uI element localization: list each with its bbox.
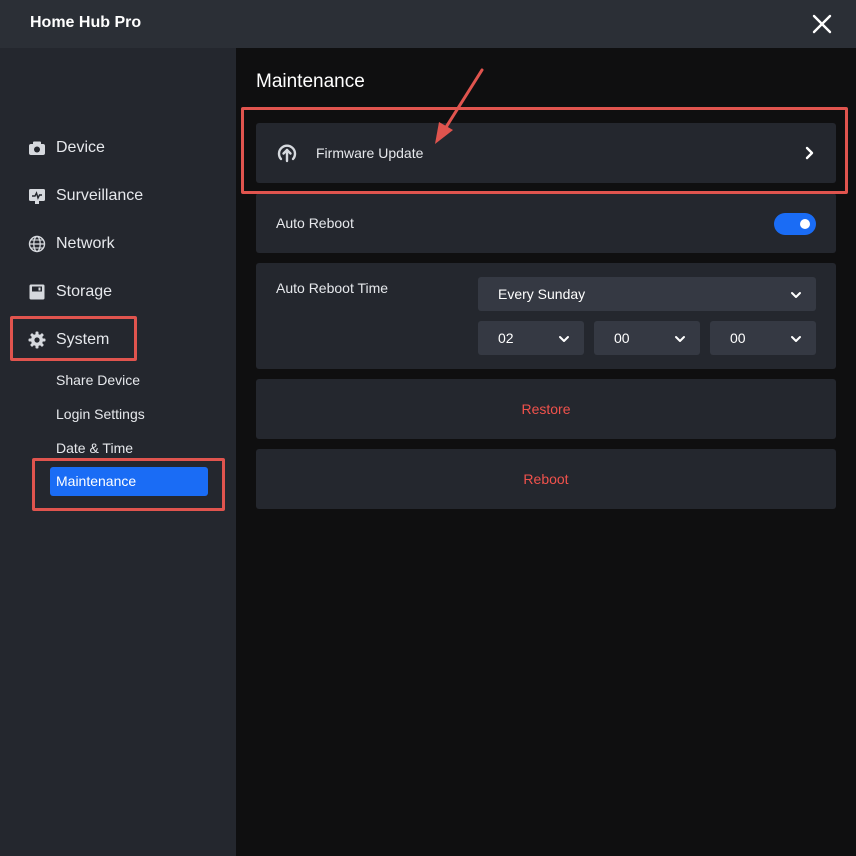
sidebar-subitem-login-settings[interactable]: Login Settings: [56, 406, 145, 422]
page-title: Maintenance: [256, 71, 365, 92]
sidebar-subitem-date-time[interactable]: Date & Time: [56, 440, 133, 456]
app-title: Home Hub Pro: [30, 14, 142, 31]
globe-icon: [28, 235, 46, 253]
auto-reboot-time-label: Auto Reboot Time: [276, 280, 389, 296]
chevron-down-icon: [790, 288, 802, 300]
upload-cloud-icon: [276, 142, 298, 169]
reboot-second-select[interactable]: 00: [710, 321, 816, 355]
close-icon: [812, 14, 832, 34]
sidebar-item-label: Surveillance: [56, 187, 144, 204]
reboot-day-value: Every Sunday: [498, 286, 586, 302]
sidebar-item-surveillance[interactable]: Surveillance: [28, 184, 143, 208]
reboot-label: Reboot: [523, 471, 569, 487]
monitor-icon: [28, 187, 46, 205]
restore-label: Restore: [521, 401, 571, 417]
auto-reboot-label: Auto Reboot: [276, 215, 354, 231]
reboot-day-select[interactable]: Every Sunday: [478, 277, 816, 311]
auto-reboot-toggle[interactable]: [774, 213, 816, 235]
auto-reboot-time-row: Auto Reboot Time Every Sunday 02 00 00: [256, 263, 836, 369]
reboot-minute-value: 00: [614, 330, 630, 346]
sidebar-item-system[interactable]: System: [28, 328, 109, 352]
title-bar: Home Hub Pro: [0, 0, 856, 48]
sidebar-subitem-maintenance[interactable]: Maintenance: [50, 467, 208, 496]
sidebar-item-label: Network: [56, 235, 115, 252]
toggle-knob: [800, 219, 810, 229]
sidebar-item-label: Storage: [56, 283, 113, 300]
firmware-update-row[interactable]: Firmware Update: [256, 123, 836, 183]
reboot-button[interactable]: Reboot: [256, 449, 836, 509]
storage-icon: [28, 283, 46, 301]
reboot-minute-select[interactable]: 00: [594, 321, 700, 355]
sidebar-item-storage[interactable]: Storage: [28, 280, 112, 304]
sidebar-subitem-share-device[interactable]: Share Device: [56, 372, 140, 388]
restore-button[interactable]: Restore: [256, 379, 836, 439]
close-button[interactable]: [808, 10, 836, 38]
main-content: Maintenance Firmware Update Auto Reboot …: [236, 48, 856, 856]
sidebar-item-label: Device: [56, 139, 105, 156]
gear-icon: [28, 331, 46, 349]
reboot-second-value: 00: [730, 330, 746, 346]
chevron-right-icon: [804, 146, 816, 165]
sidebar-item-network[interactable]: Network: [28, 232, 115, 256]
camera-icon: [28, 139, 46, 157]
chevron-down-icon: [674, 332, 686, 344]
chevron-down-icon: [790, 332, 802, 344]
sidebar-item-device[interactable]: Device: [28, 136, 105, 160]
chevron-down-icon: [558, 332, 570, 344]
reboot-hour-value: 02: [498, 330, 514, 346]
sidebar-item-label: System: [56, 331, 110, 348]
sidebar: Device Surveillance Network Storage Syst…: [0, 48, 236, 856]
reboot-hour-select[interactable]: 02: [478, 321, 584, 355]
auto-reboot-row: Auto Reboot: [256, 193, 836, 253]
firmware-update-label: Firmware Update: [316, 145, 424, 161]
